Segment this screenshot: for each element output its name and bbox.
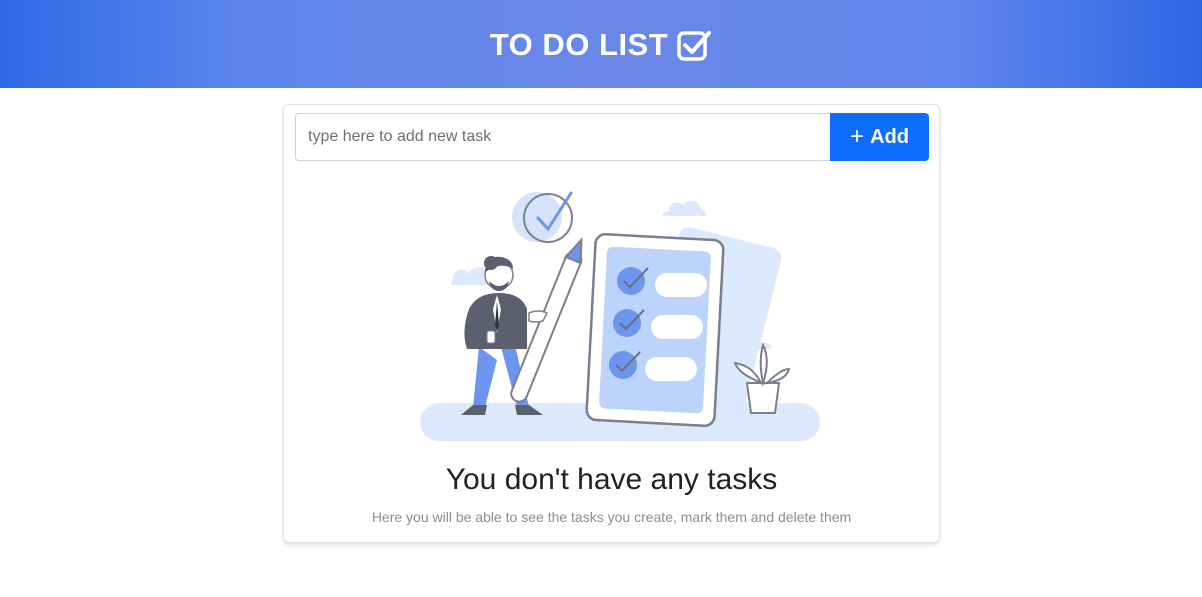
empty-state-illustration bbox=[420, 191, 820, 441]
todo-card: + Add bbox=[283, 104, 940, 543]
app-title: TO DO LIST bbox=[489, 26, 669, 62]
add-task-form: + Add bbox=[295, 113, 930, 161]
task-input[interactable] bbox=[295, 113, 830, 161]
checkbox-checked-icon bbox=[677, 31, 712, 61]
plus-icon: + bbox=[850, 123, 865, 150]
add-button[interactable]: + Add bbox=[830, 113, 929, 161]
empty-state-title: You don't have any tasks bbox=[445, 463, 778, 496]
add-button-label: Add bbox=[870, 125, 909, 148]
app-header: TO DO LIST bbox=[0, 0, 1202, 88]
empty-state-subtitle: Here you will be able to see the tasks y… bbox=[371, 509, 852, 525]
